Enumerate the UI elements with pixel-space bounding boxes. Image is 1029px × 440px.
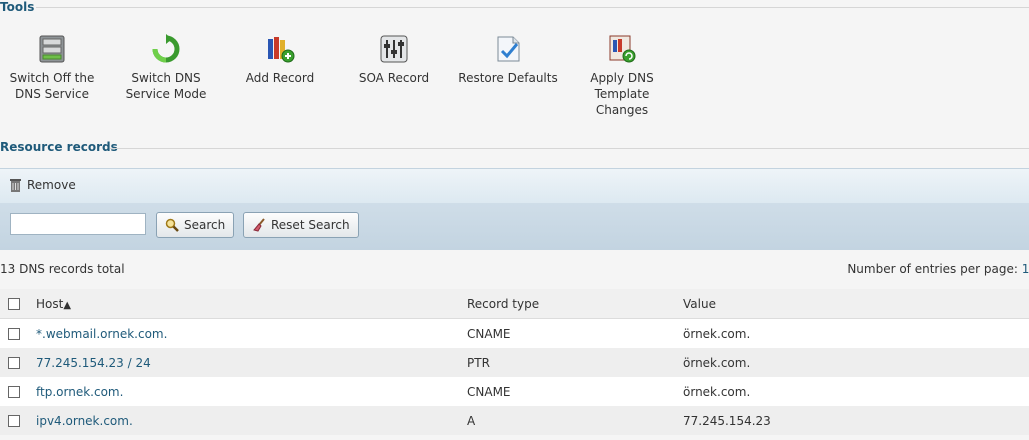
switch-dns-mode-button[interactable]: Switch DNS Service Mode — [111, 34, 221, 102]
search-bar: Search Reset Search — [0, 203, 1029, 250]
record-type-column-header[interactable]: Record type — [467, 289, 683, 319]
tool-label-line3: Changes — [595, 103, 649, 117]
record-type-cell: PTR — [467, 348, 683, 377]
records-total: 13 DNS records total — [0, 262, 125, 276]
magnifier-icon — [165, 218, 179, 232]
remove-button[interactable]: Remove — [9, 178, 76, 192]
per-page-label: Number of entries per page: — [847, 262, 1018, 276]
tool-label-line2: Service Mode — [125, 87, 207, 101]
table-row: 77.245.154.23 / 24 PTR örnek.com. — [0, 348, 1029, 377]
row-checkbox[interactable] — [8, 357, 20, 369]
record-type-cell: CNAME — [467, 377, 683, 406]
reset-search-button[interactable]: Reset Search — [243, 212, 359, 238]
resource-divider — [110, 148, 1029, 149]
tool-label-line1: Apply DNS — [590, 71, 654, 85]
search-label: Search — [184, 218, 226, 232]
row-checkbox[interactable] — [8, 386, 20, 398]
records-toolbar: Remove — [0, 168, 1029, 204]
tool-label-line2: DNS Service — [15, 87, 89, 101]
tool-label-line1: SOA Record — [358, 71, 430, 85]
switch-off-dns-button[interactable]: Switch Off the DNS Service — [0, 34, 107, 102]
server-off-icon — [39, 35, 65, 63]
search-button[interactable]: Search — [156, 212, 235, 238]
value-cell: 77.245.154.23 — [683, 406, 1029, 435]
remove-label: Remove — [27, 178, 76, 192]
host-link[interactable]: ipv4.ornek.com. — [36, 414, 133, 428]
table-row: ipv4.ornek.com. A 77.245.154.23 — [0, 406, 1029, 435]
tool-label-line2: Template — [594, 87, 650, 101]
value-column-header[interactable]: Value — [683, 289, 1029, 319]
per-page-value[interactable]: 10 — [1022, 262, 1029, 276]
host-header-label: Host — [36, 296, 64, 311]
value-cell: örnek.com. — [683, 348, 1029, 377]
row-checkbox[interactable] — [8, 328, 20, 340]
host-link[interactable]: 77.245.154.23 / 24 — [36, 356, 151, 370]
select-all-checkbox[interactable] — [8, 298, 20, 310]
table-row: *.webmail.ornek.com. CNAME örnek.com. — [0, 318, 1029, 348]
tool-label-line1: Restore Defaults — [458, 71, 558, 85]
entries-per-page: Number of entries per page: 10 — [847, 262, 1029, 276]
value-cell: örnek.com. — [683, 377, 1029, 406]
add-record-button[interactable]: Add Record — [225, 34, 335, 86]
tool-label-line1: Add Record — [245, 71, 315, 85]
records-table: Host▲ Record type Value *.webmail.ornek.… — [0, 289, 1029, 435]
sort-asc-icon: ▲ — [63, 299, 72, 311]
row-checkbox[interactable] — [8, 415, 20, 427]
table-header-row: Host▲ Record type Value — [0, 289, 1029, 319]
restore-defaults-button[interactable]: Restore Defaults — [453, 34, 563, 86]
host-link[interactable]: ftp.ornek.com. — [36, 385, 123, 399]
restore-defaults-icon — [497, 36, 520, 62]
reset-search-label: Reset Search — [271, 218, 350, 232]
apply-template-icon — [609, 35, 636, 63]
trash-icon — [10, 179, 21, 192]
tools-divider — [36, 7, 1029, 8]
apply-dns-template-button[interactable]: Apply DNS Template Changes — [567, 34, 677, 118]
add-record-icon — [268, 37, 295, 63]
record-type-cell: A — [467, 406, 683, 435]
tool-label-line1: Switch Off the — [9, 71, 95, 85]
table-row: ftp.ornek.com. CNAME örnek.com. — [0, 377, 1029, 406]
record-type-cell: CNAME — [467, 318, 683, 348]
refresh-icon — [152, 34, 180, 63]
tools-section-title: Tools — [0, 0, 35, 14]
tool-label-line1: Switch DNS — [131, 71, 201, 85]
sliders-icon — [380, 35, 408, 63]
search-input[interactable] — [10, 213, 146, 235]
resource-records-title: Resource records — [0, 140, 118, 154]
host-column-header[interactable]: Host▲ — [30, 289, 458, 319]
soa-record-button[interactable]: SOA Record — [339, 34, 449, 86]
value-cell: örnek.com. — [683, 318, 1029, 348]
broom-icon — [253, 218, 265, 232]
host-link[interactable]: *.webmail.ornek.com. — [36, 327, 167, 341]
